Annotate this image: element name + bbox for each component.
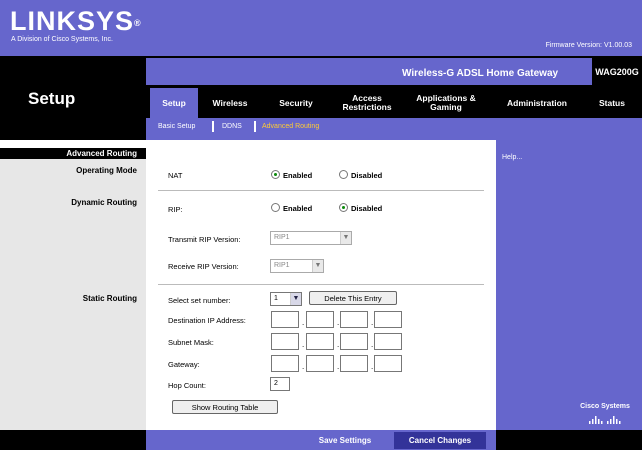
rip-enabled-label: Enabled — [283, 204, 313, 213]
rip-label: RIP: — [168, 205, 183, 214]
nat-enabled-radio[interactable] — [271, 170, 280, 179]
receive-rip-select[interactable]: RIP1 ▼ — [270, 259, 324, 273]
subtab-divider — [212, 121, 214, 132]
hop-count-input[interactable]: 2 — [270, 377, 290, 391]
linksys-logo: LINKSYS® — [10, 6, 142, 36]
set-number-label: Select set number: — [168, 296, 231, 305]
section-divider — [158, 284, 484, 285]
subnet-mask-octet-1[interactable] — [271, 333, 299, 350]
gateway-label: Gateway: — [168, 360, 200, 369]
subnet-mask-octet-2[interactable] — [306, 333, 334, 350]
ip-separator: . — [302, 362, 305, 371]
delete-entry-button[interactable]: Delete This Entry — [309, 291, 397, 305]
ip-separator: . — [337, 340, 340, 349]
ip-separator: . — [371, 340, 374, 349]
subnet-mask-octet-3[interactable] — [340, 333, 368, 350]
logo-subtitle: A Division of Cisco Systems, Inc. — [11, 36, 113, 43]
spacer — [0, 140, 146, 148]
sub-tabs: Basic Setup DDNS Advanced Routing — [146, 118, 642, 140]
main-tabs: Setup Wireless Security Access Restricti… — [146, 88, 642, 118]
tab-administration[interactable]: Administration — [494, 88, 580, 118]
help-panel — [496, 140, 642, 430]
destination-ip-octet-1[interactable] — [271, 311, 299, 328]
section-title: Setup — [28, 89, 76, 108]
section-divider — [158, 190, 484, 191]
firmware-version: Firmware Version: V1.00.03 — [545, 42, 632, 49]
ip-separator: . — [371, 362, 374, 371]
subnet-mask-label: Subnet Mask: — [168, 338, 214, 347]
cancel-changes-button[interactable]: Cancel Changes — [394, 432, 486, 449]
product-bar — [146, 58, 642, 85]
transmit-rip-select[interactable]: RIP1 ▼ — [270, 231, 352, 245]
sidebar-label-dynamic-routing: Dynamic Routing — [71, 198, 137, 207]
subtab-advanced-routing[interactable]: Advanced Routing — [262, 123, 319, 130]
tab-setup[interactable]: Setup — [150, 88, 198, 118]
chevron-down-icon: ▼ — [312, 260, 323, 272]
gateway-octet-1[interactable] — [271, 355, 299, 372]
footer-right — [496, 430, 642, 450]
nat-disabled-label: Disabled — [351, 171, 383, 180]
ip-separator: . — [302, 340, 305, 349]
model-number: WAG200G — [592, 58, 642, 85]
chevron-down-icon: ▼ — [290, 293, 301, 305]
chevron-down-icon: ▼ — [340, 232, 351, 244]
ip-separator: . — [371, 318, 374, 327]
rip-disabled-label: Disabled — [351, 204, 383, 213]
sidebar-label-operating-mode: Operating Mode — [76, 166, 137, 175]
tab-access-restrictions[interactable]: Access Restrictions — [334, 88, 400, 118]
receive-rip-label: Receive RIP Version: — [168, 262, 239, 271]
tab-applications-gaming[interactable]: Applications & Gaming — [408, 88, 484, 118]
cisco-systems-logo: Cisco Systems — [580, 403, 630, 410]
subtab-basic-setup[interactable]: Basic Setup — [158, 123, 195, 130]
tab-wireless[interactable]: Wireless — [201, 88, 259, 118]
sidebar-label-static-routing: Static Routing — [82, 294, 137, 303]
destination-ip-octet-3[interactable] — [340, 311, 368, 328]
ip-separator: . — [337, 318, 340, 327]
destination-ip-label: Destination IP Address: — [168, 316, 246, 325]
nat-enabled-label: Enabled — [283, 171, 313, 180]
show-routing-table-button[interactable]: Show Routing Table — [172, 400, 278, 414]
save-settings-button[interactable]: Save Settings — [306, 433, 384, 448]
help-link[interactable]: Help... — [502, 154, 522, 161]
sidebar-heading: Advanced Routing — [0, 148, 146, 159]
hop-count-label: Hop Count: — [168, 381, 206, 390]
gateway-octet-4[interactable] — [374, 355, 402, 372]
subtab-divider — [254, 121, 256, 132]
nat-disabled-radio[interactable] — [339, 170, 348, 179]
nat-label: NAT — [168, 171, 183, 180]
subtab-ddns[interactable]: DDNS — [222, 123, 242, 130]
rip-disabled-radio[interactable] — [339, 203, 348, 212]
transmit-rip-label: Transmit RIP Version: — [168, 235, 241, 244]
ip-separator: . — [302, 318, 305, 327]
destination-ip-octet-4[interactable] — [374, 311, 402, 328]
footer-left — [0, 430, 146, 450]
gateway-octet-2[interactable] — [306, 355, 334, 372]
gateway-octet-3[interactable] — [340, 355, 368, 372]
ip-separator: . — [337, 362, 340, 371]
cisco-bars-icon — [589, 416, 621, 424]
tab-security[interactable]: Security — [264, 88, 328, 118]
set-number-select[interactable]: 1 ▼ — [270, 292, 302, 306]
sidebar — [0, 148, 146, 430]
destination-ip-octet-2[interactable] — [306, 311, 334, 328]
subnet-mask-octet-4[interactable] — [374, 333, 402, 350]
product-name: Wireless-G ADSL Home Gateway — [402, 68, 559, 79]
tab-status[interactable]: Status — [586, 88, 638, 118]
rip-enabled-radio[interactable] — [271, 203, 280, 212]
